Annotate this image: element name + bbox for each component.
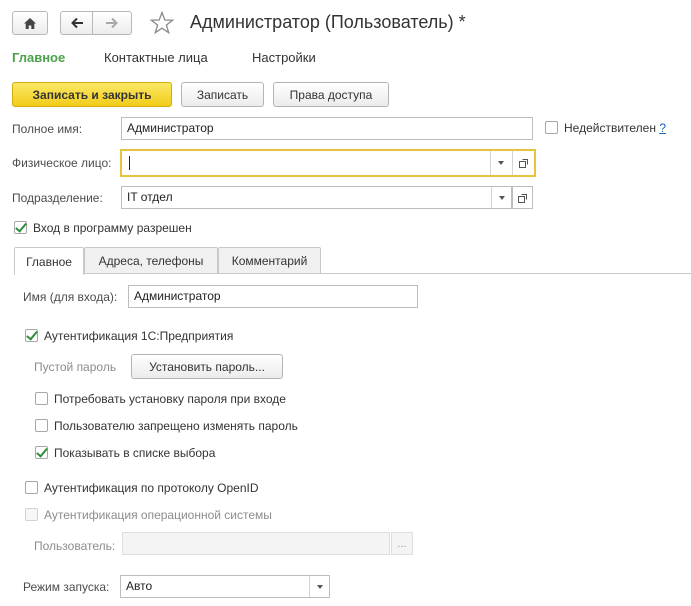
auth-os-label: Аутентификация операционной системы	[44, 508, 272, 522]
empty-password-label: Пустой пароль	[34, 360, 117, 374]
require-password-change-checkbox[interactable]	[35, 392, 48, 405]
show-in-list-label: Показывать в списке выбора	[54, 446, 216, 460]
os-user-select-label: ...	[397, 537, 407, 550]
text-caret	[129, 156, 130, 170]
department-field[interactable]: IT отдел	[121, 186, 512, 209]
save-button[interactable]: Записать	[181, 82, 264, 107]
open-icon	[518, 159, 528, 168]
login-allowed-checkbox[interactable]	[14, 221, 27, 234]
nav-main[interactable]: Главное	[12, 50, 65, 65]
person-field[interactable]	[120, 149, 536, 177]
tab-comment[interactable]: Комментарий	[218, 247, 321, 274]
tab-main[interactable]: Главное	[14, 247, 84, 275]
login-name-field[interactable]: Администратор	[128, 285, 418, 308]
login-allowed-label: Вход в программу разрешен	[33, 221, 192, 235]
os-user-field[interactable]	[122, 532, 390, 555]
os-user-select-button[interactable]: ...	[391, 532, 413, 555]
invalid-label-text: Недействителен	[564, 121, 656, 135]
invalid-checkbox[interactable]	[545, 121, 558, 134]
require-password-change-label: Потребовать установку пароля при входе	[54, 392, 286, 406]
auth-openid-label: Аутентификация по протоколу OpenID	[44, 481, 259, 495]
auth-1c-checkbox[interactable]	[25, 329, 38, 342]
open-icon	[517, 193, 527, 203]
back-button[interactable]	[60, 11, 93, 35]
access-rights-button[interactable]: Права доступа	[273, 82, 389, 107]
invalid-label: Недействителен ?	[564, 121, 666, 135]
department-label: Подразделение:	[12, 191, 103, 205]
arrow-right-icon	[106, 17, 118, 29]
person-label: Физическое лицо:	[12, 156, 112, 170]
full-name-label: Полное имя:	[12, 122, 83, 136]
star-icon	[149, 10, 175, 35]
save-and-close-button[interactable]: Записать и закрыть	[12, 82, 172, 107]
auth-openid-checkbox[interactable]	[25, 481, 38, 494]
forward-button[interactable]	[92, 11, 132, 35]
home-button[interactable]	[12, 11, 48, 35]
login-name-label: Имя (для входа):	[23, 290, 118, 304]
arrow-left-icon	[70, 17, 83, 29]
nav-settings[interactable]: Настройки	[252, 50, 316, 65]
person-dropdown-button[interactable]	[490, 151, 510, 175]
department-field-value: IT отдел	[127, 190, 173, 204]
full-name-field[interactable]: Администратор	[121, 117, 533, 140]
tab-addresses-phones[interactable]: Адреса, телефоны	[84, 247, 218, 274]
auth-1c-label: Аутентификация 1С:Предприятия	[44, 329, 234, 343]
home-icon	[24, 17, 36, 29]
department-dropdown-button[interactable]	[491, 187, 511, 208]
nav-contact-persons[interactable]: Контактные лица	[104, 50, 208, 65]
password-change-forbidden-checkbox[interactable]	[35, 419, 48, 432]
tab-divider	[14, 273, 691, 274]
launch-mode-dropdown-button[interactable]	[309, 576, 329, 597]
show-in-list-checkbox[interactable]	[35, 446, 48, 459]
launch-mode-label: Режим запуска:	[23, 580, 110, 594]
launch-mode-select[interactable]: Авто	[120, 575, 330, 598]
department-open-button[interactable]	[512, 186, 533, 209]
set-password-button[interactable]: Установить пароль...	[131, 354, 283, 379]
person-open-button[interactable]	[512, 151, 534, 175]
launch-mode-value: Авто	[126, 579, 153, 593]
password-change-forbidden-label: Пользователю запрещено изменять пароль	[54, 419, 298, 433]
os-user-label: Пользователь:	[34, 539, 116, 553]
favorite-button[interactable]	[149, 10, 175, 36]
page-title: Администратор (Пользователь) *	[190, 12, 466, 32]
auth-os-checkbox[interactable]	[25, 508, 38, 521]
help-link[interactable]: ?	[659, 121, 666, 135]
